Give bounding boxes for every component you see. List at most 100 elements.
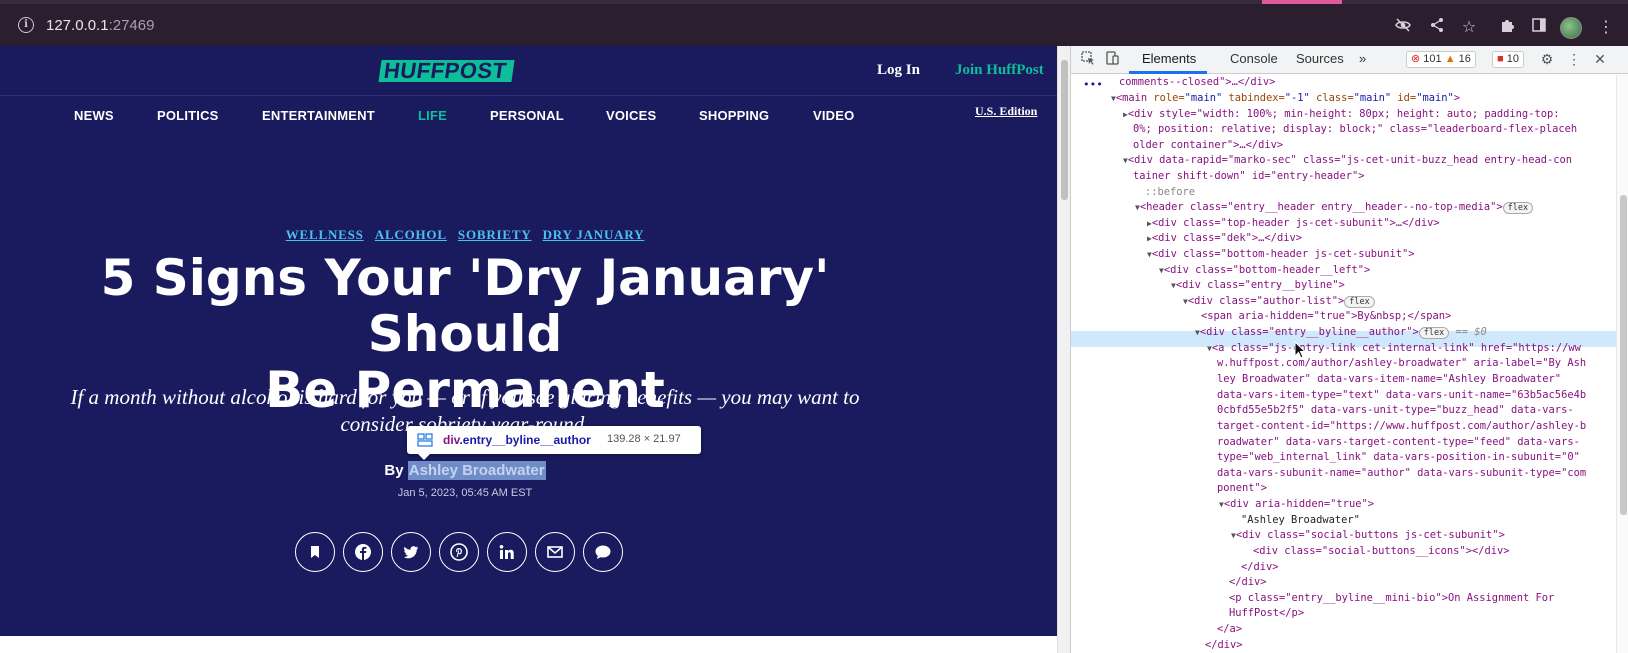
elements-scrollbar[interactable] <box>1616 75 1628 653</box>
tree-line[interactable]: ::before <box>1145 185 1195 201</box>
element-inspector-tooltip: div.entry__byline__author 139.28 × 21.97 <box>407 426 701 460</box>
code-text: tainer shift-down" id="entry-header"> <box>1133 170 1365 182</box>
nav-item-shopping[interactable]: SHOPPING <box>699 108 769 123</box>
avatar[interactable] <box>1560 17 1582 39</box>
login-link[interactable]: Log In <box>877 62 920 79</box>
tree-line[interactable]: ▶<div style="width: 100%; min-height: 80… <box>1123 107 1559 123</box>
tag-wellness[interactable]: WELLNESS <box>286 227 364 243</box>
devtools-panel: Elements Console Sources » ⊗ 101 ▲ 16 ■ … <box>1070 46 1628 653</box>
code-text: comments--closed">…</div> <box>1119 76 1276 88</box>
close-icon[interactable]: ✕ <box>1591 50 1609 68</box>
tree-line[interactable]: older container">…</div> <box>1133 138 1283 154</box>
tree-line[interactable]: <span aria-hidden="true">By&nbsp;</span> <box>1201 309 1451 325</box>
tree-line[interactable]: ▼<a class="js-entry-link cet-internal-li… <box>1207 341 1581 357</box>
code-text: <div aria-hidden="true"> <box>1223 498 1374 510</box>
tree-line[interactable]: ▶<div class="dek">…</div> <box>1147 231 1302 247</box>
tree-line[interactable]: ponent"> <box>1217 481 1267 497</box>
tree-line[interactable]: tainer shift-down" id="entry-header"> <box>1133 169 1364 185</box>
tree-line[interactable]: ▼<div class="entry__byline"> <box>1171 278 1345 294</box>
inspect-element-icon[interactable] <box>1079 50 1097 68</box>
tag-dry-january[interactable]: DRY JANUARY <box>543 227 645 243</box>
email-icon[interactable] <box>535 532 575 572</box>
settings-gear-icon[interactable]: ⚙ <box>1538 50 1556 68</box>
tab-elements[interactable]: Elements <box>1142 51 1196 66</box>
eye-off-icon[interactable] <box>1392 16 1414 38</box>
tree-line[interactable]: </div> <box>1241 560 1279 576</box>
tree-line[interactable]: </a> <box>1217 622 1242 638</box>
tree-line[interactable]: data-vars-item-type="text" data-vars-uni… <box>1217 388 1586 404</box>
tree-line[interactable]: 0cbfd55e5b2f5" data-vars-unit-type="buzz… <box>1217 403 1574 419</box>
devtools-more-icon[interactable]: ⋮ <box>1565 50 1583 68</box>
author-link[interactable]: Ashley Broadwater <box>407 461 546 480</box>
tab-console[interactable]: Console <box>1230 51 1278 66</box>
elements-scrollbar-thumb[interactable] <box>1620 195 1627 515</box>
tree-line[interactable]: </div> <box>1229 575 1267 591</box>
twitter-icon[interactable] <box>391 532 431 572</box>
nav-item-life[interactable]: LIFE <box>418 108 447 123</box>
tree-line[interactable]: ▼<div class="bottom-header js-cet-subuni… <box>1147 247 1415 263</box>
tree-line[interactable]: roadwater" data-vars-target-content-type… <box>1217 435 1580 451</box>
flex-badge[interactable]: flex <box>1344 296 1375 308</box>
page-scrollbar-thumb[interactable] <box>1061 60 1068 200</box>
tree-line[interactable]: ▼<div class="bottom-header__left"> <box>1159 263 1370 279</box>
tree-line[interactable]: ▶<div class="top-header js-cet-subunit">… <box>1147 216 1440 232</box>
facebook-icon[interactable] <box>343 532 383 572</box>
site-info-icon[interactable]: i <box>18 17 34 33</box>
comment-icon[interactable] <box>583 532 623 572</box>
nav-item-voices[interactable]: VOICES <box>606 108 656 123</box>
extensions-icon[interactable] <box>1496 16 1518 38</box>
tab-sources[interactable]: Sources <box>1296 51 1344 66</box>
tree-line[interactable]: "Ashley Broadwater" <box>1241 513 1360 529</box>
tree-line-main[interactable]: ▼<main role="main" tabindex="-1" class="… <box>1111 91 1460 107</box>
tree-line[interactable]: ▼<div class="social-buttons js-cet-subun… <box>1231 528 1505 544</box>
tree-line[interactable]: ▼<div class="author-list"> flex <box>1183 294 1375 310</box>
pinterest-icon[interactable] <box>439 532 479 572</box>
tree-line[interactable]: ley Broadwater" data-vars-item-name="Ash… <box>1217 372 1561 388</box>
mouse-cursor-icon <box>1294 341 1306 359</box>
tree-line[interactable]: <p class="entry__byline__mini-bio">On As… <box>1229 591 1554 607</box>
nav-item-news[interactable]: NEWS <box>74 108 114 123</box>
flex-badge[interactable]: flex <box>1502 202 1534 214</box>
tag-sobriety[interactable]: SOBRIETY <box>458 227 532 243</box>
more-tabs-button[interactable]: » <box>1359 51 1366 66</box>
code-text: 0%; position: relative; display: block;"… <box>1133 123 1578 135</box>
tree-line[interactable]: 0%; position: relative; display: block;"… <box>1133 122 1577 138</box>
tree-line[interactable]: ▼<div aria-hidden="true"> <box>1219 497 1374 513</box>
issues-counter[interactable]: ⊗ 101 ▲ 16 <box>1406 51 1476 68</box>
tree-line[interactable]: ▼<header class="entry__header entry__hea… <box>1135 200 1534 216</box>
tree-line[interactable]: w.huffpost.com/author/ashley-broadwater"… <box>1217 356 1586 372</box>
bookmark-icon[interactable] <box>295 532 335 572</box>
device-toolbar-icon[interactable] <box>1103 50 1121 68</box>
huffpost-logo[interactable]: HUFFPOST <box>378 58 515 83</box>
more-icon[interactable]: ⋮ <box>1595 16 1617 38</box>
sidebar-icon[interactable] <box>1528 16 1550 38</box>
page-scrollbar[interactable] <box>1057 46 1070 653</box>
linkedin-icon[interactable] <box>487 532 527 572</box>
code-text: <div class="top-header js-cet-subunit">…… <box>1151 217 1440 229</box>
tree-line[interactable]: ▼<div data-rapid="marko-sec" class="js-c… <box>1123 153 1572 169</box>
tree-line[interactable]: HuffPost</p> <box>1229 606 1304 622</box>
code-text: </div> <box>1205 639 1243 651</box>
nav-item-entertainment[interactable]: ENTERTAINMENT <box>262 108 375 123</box>
tree-line-selected[interactable]: ▼<div class="entry__byline__author"> flex… <box>1195 325 1487 341</box>
page-viewport: HUFFPOST Log In Join HuffPost NEWS POLIT… <box>0 46 1057 653</box>
code-text: type="web_internal_link" data-vars-posit… <box>1217 451 1580 463</box>
selected-node-dots[interactable]: ••• <box>1083 77 1103 93</box>
issues-badge[interactable]: ■ 10 <box>1492 51 1524 68</box>
nav-item-politics[interactable]: POLITICS <box>157 108 219 123</box>
nav-item-personal[interactable]: PERSONAL <box>490 108 564 123</box>
tree-line[interactable]: type="web_internal_link" data-vars-posit… <box>1217 450 1580 466</box>
edition-link[interactable]: U.S. Edition <box>975 104 1037 119</box>
tree-line[interactable]: target-content-id="https://www.huffpost.… <box>1217 419 1586 435</box>
tree-line[interactable]: data-vars-subunit-name="author" data-var… <box>1217 466 1586 482</box>
nav-item-video[interactable]: VIDEO <box>813 108 854 123</box>
tree-line[interactable]: </div> <box>1205 638 1243 653</box>
flex-badge[interactable]: flex <box>1418 327 1450 339</box>
star-icon[interactable]: ☆ <box>1458 16 1480 38</box>
address-bar[interactable]: 127.0.0.1:27469 <box>46 17 154 34</box>
tree-line[interactable]: <div class="social-buttons__icons"></div… <box>1253 544 1509 560</box>
share-icon[interactable] <box>1426 16 1448 38</box>
tag-alcohol[interactable]: ALCOHOL <box>375 227 447 243</box>
tree-line[interactable]: comments--closed">…</div> <box>1119 75 1275 91</box>
join-link[interactable]: Join HuffPost <box>955 62 1044 79</box>
